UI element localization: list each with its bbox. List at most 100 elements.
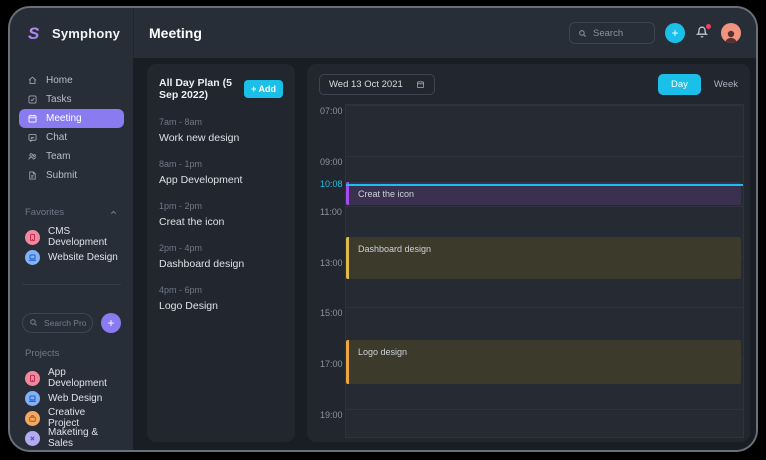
plan-item[interactable]: 7am - 8am Work new design (159, 117, 283, 144)
plan-item-title: Work new design (159, 132, 283, 144)
date-picker[interactable]: Wed 13 Oct 2021 (319, 74, 435, 95)
project-search-row: + (10, 313, 133, 333)
main-header: Meeting + (133, 8, 756, 58)
team-icon (27, 151, 38, 162)
logo[interactable]: S Symphony (10, 8, 133, 58)
x-mark-icon (25, 431, 40, 446)
notifications-button[interactable] (695, 25, 711, 41)
hour-label: 07:00 (320, 106, 343, 116)
favorite-item-label: CMS Development (48, 226, 118, 248)
brand-name: Symphony (52, 26, 120, 41)
plan-item[interactable]: 4pm - 6pm Logo Design (159, 285, 283, 312)
calendar-event[interactable]: Logo design (346, 340, 741, 384)
calendar-toolbar: Wed 13 Oct 2021 Day Week (307, 64, 750, 103)
sidebar-item-home[interactable]: Home (19, 71, 124, 90)
plan-item-time: 1pm - 2pm (159, 201, 283, 211)
plan-item[interactable]: 2pm - 4pm Dashboard design (159, 243, 283, 270)
laptop-icon (25, 391, 40, 406)
favorite-item-website-design[interactable]: Website Design (10, 247, 133, 267)
all-day-plan-title: All Day Plan (5 Sep 2022) (159, 77, 244, 101)
calendar-icon (27, 113, 38, 124)
project-item-creative-project[interactable]: Creative Project (10, 408, 133, 428)
project-item-web-design[interactable]: Web Design (10, 388, 133, 408)
hour-label: 13:00 (320, 258, 343, 268)
week-view-button[interactable]: Week (714, 79, 738, 90)
avatar[interactable] (721, 23, 741, 43)
create-button[interactable]: + (665, 23, 685, 43)
briefcase-icon (25, 411, 40, 426)
sidebar-item-label: Meeting (46, 113, 82, 124)
global-search-input[interactable] (593, 28, 646, 39)
favorite-item-cms-development[interactable]: CMS Development (10, 227, 133, 247)
hour-label: 17:00 (320, 359, 343, 369)
sidebar-item-label: Tasks (46, 94, 72, 105)
hour-gridline (346, 156, 743, 157)
plan-item-time: 7am - 8am (159, 117, 283, 127)
plan-item-time: 8am - 1pm (159, 159, 283, 169)
sidebar-item-label: Submit (46, 170, 77, 181)
plan-item-title: Dashboard design (159, 258, 283, 270)
plan-item-time: 2pm - 4pm (159, 243, 283, 253)
project-item-maketing-sales[interactable]: Maketing & Sales (10, 428, 133, 448)
sidebar-item-tasks[interactable]: Tasks (19, 90, 124, 109)
plus-icon: + (671, 27, 678, 39)
plan-item-title: Logo Design (159, 300, 283, 312)
view-toggle: Day Week (658, 74, 738, 95)
sidebar-item-team[interactable]: Team (19, 147, 124, 166)
hour-label: 15:00 (320, 308, 343, 318)
add-project-button[interactable]: + (101, 313, 121, 333)
plan-item[interactable]: 1pm - 2pm Creat the icon (159, 201, 283, 228)
sidebar-divider (22, 284, 121, 285)
day-view-button[interactable]: Day (658, 74, 701, 95)
plan-item[interactable]: 8am - 1pm App Development (159, 159, 283, 186)
tasks-icon (27, 94, 38, 105)
sidebar-item-label: Home (46, 75, 73, 86)
plan-item-title: App Development (159, 174, 283, 186)
sidebar-nav: Home Tasks Meeting Chat Team Submit (10, 58, 133, 185)
notification-dot (706, 24, 711, 29)
laptop-icon (25, 250, 40, 265)
sidebar-item-chat[interactable]: Chat (19, 128, 124, 147)
all-day-plan-card: All Day Plan (5 Sep 2022) + Add 7am - 8a… (147, 64, 295, 442)
main-area: Meeting + All Day Plan (5 Sep 2022) + Ad… (133, 8, 756, 450)
sidebar-item-label: Team (46, 151, 70, 162)
sidebar-item-submit[interactable]: Submit (19, 166, 124, 185)
calendar-icon (416, 80, 425, 89)
hour-label: 09:00 (320, 157, 343, 167)
project-search (22, 313, 93, 333)
hour-gridline (346, 206, 743, 207)
global-search (569, 22, 655, 44)
calendar-event-title: Creat the icon (358, 189, 414, 199)
search-icon (578, 29, 587, 38)
project-item-label: Web Design (48, 393, 102, 404)
phone-icon (25, 230, 40, 245)
all-day-plan-list: 7am - 8am Work new design 8am - 1pm App … (159, 117, 283, 312)
app-window: S Symphony Home Tasks Meeting Chat (8, 6, 758, 452)
chat-icon (27, 132, 38, 143)
calendar-event[interactable]: Dashboard design (346, 237, 741, 279)
sidebar: S Symphony Home Tasks Meeting Chat (10, 8, 133, 450)
document-icon (27, 170, 38, 181)
hour-gridline (346, 105, 743, 106)
timeline-grid[interactable]: Creat the icon Dashboard design Logo desig… (345, 104, 744, 438)
favorites-label: Favorites (25, 207, 64, 218)
add-plan-button[interactable]: + Add (244, 80, 283, 98)
projects-list: App Development Web Design Creative Proj… (10, 368, 133, 448)
date-label: Wed 13 Oct 2021 (329, 79, 403, 90)
hour-label: 11:00 (320, 207, 342, 217)
home-icon (27, 75, 38, 86)
plus-icon: + (251, 84, 256, 94)
project-item-app-development[interactable]: App Development (10, 368, 133, 388)
search-icon (29, 318, 38, 327)
hour-gridline (346, 409, 743, 410)
current-time-line (346, 184, 743, 186)
favorites-header: Favorites (10, 207, 133, 218)
favorite-item-label: Website Design (48, 252, 118, 263)
symphony-logo-icon: S (25, 23, 45, 43)
plan-item-time: 4pm - 6pm (159, 285, 283, 295)
phone-icon (25, 371, 40, 386)
sidebar-item-meeting[interactable]: Meeting (19, 109, 124, 128)
favorites-list: CMS Development Website Design (10, 227, 133, 267)
chevron-up-icon[interactable] (109, 208, 118, 217)
timeline: Creat the icon Dashboard design Logo desig… (307, 104, 750, 438)
